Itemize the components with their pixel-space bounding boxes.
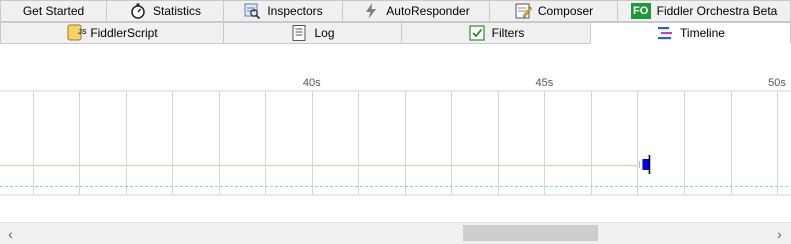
tab-label: Inspectors: [267, 4, 323, 18]
tab-composer[interactable]: Composer: [489, 0, 618, 22]
tick-label: 45s: [536, 77, 554, 89]
tab-label: Log: [314, 26, 335, 40]
tab-get-started[interactable]: Get Started: [0, 0, 107, 22]
tick-label: 40s: [303, 77, 321, 89]
scroll-right-arrow[interactable]: ›: [771, 223, 788, 244]
tab-label: FiddlerScript: [90, 26, 158, 40]
fo-icon-text: FO: [633, 5, 649, 17]
lightning-icon: [362, 2, 380, 20]
tab-strip-top: Get Started Statistics Inspectors AutoRe…: [0, 0, 791, 22]
inspector-icon: [243, 2, 261, 20]
tab-label: Fiddler Orchestra Beta: [656, 4, 778, 18]
tab-autoresponder[interactable]: AutoResponder: [342, 0, 490, 22]
tab-fiddlerscript[interactable]: JS FiddlerScript: [0, 22, 224, 44]
tab-strip-bottom: JS FiddlerScript Log Filters Timeline: [0, 22, 791, 44]
tab-label: Timeline: [680, 26, 725, 40]
tick-label: 50s: [768, 77, 786, 89]
horizontal-scrollbar[interactable]: ‹ ›: [0, 222, 791, 244]
tab-label: Statistics: [152, 4, 201, 18]
tab-inspectors[interactable]: Inspectors: [223, 0, 343, 22]
fo-icon: FO: [630, 3, 651, 19]
timeline-icon: [656, 24, 674, 42]
tab-statistics[interactable]: Statistics: [106, 0, 224, 22]
tab-timeline[interactable]: Timeline: [590, 22, 791, 44]
tab-log[interactable]: Log: [223, 22, 402, 44]
session-bar: [642, 159, 650, 170]
tab-label: AutoResponder: [386, 4, 470, 18]
tab-label: Filters: [491, 26, 525, 40]
log-icon: [290, 24, 308, 42]
tab-label: Composer: [537, 4, 594, 18]
composer-icon: [514, 2, 532, 20]
scroll-left-arrow[interactable]: ‹: [2, 223, 19, 244]
stopwatch-icon: [129, 2, 147, 20]
timeline-panel[interactable]: 40s 45s 50s: [0, 44, 791, 223]
scrollbar-thumb[interactable]: [462, 225, 599, 241]
fiddler-timeline-window: Get Started Statistics Inspectors AutoRe…: [0, 0, 791, 244]
script-icon-text: JS: [78, 29, 87, 36]
checkbox-icon: [468, 24, 486, 42]
tab-fiddler-orchestra-beta[interactable]: FO Fiddler Orchestra Beta: [617, 0, 791, 22]
timeline-canvas[interactable]: 40s 45s 50s: [0, 45, 791, 223]
tab-label: Get Started: [22, 4, 85, 18]
tab-filters[interactable]: Filters: [401, 22, 591, 44]
